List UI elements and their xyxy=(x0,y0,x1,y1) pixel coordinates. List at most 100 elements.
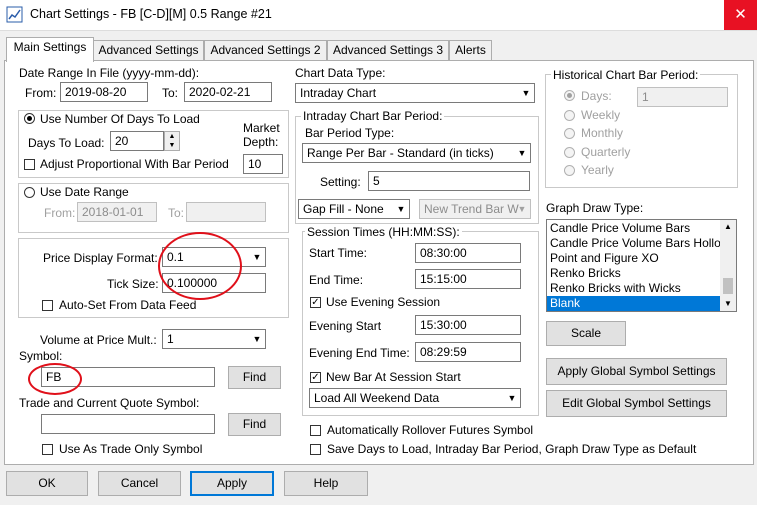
adjust-proportional-label: Adjust Proportional With Bar Period xyxy=(40,157,229,171)
panel-content: Date Range In File (yyyy-mm-dd): From: 2… xyxy=(0,0,757,505)
weekly-radio[interactable] xyxy=(564,110,575,121)
scrollbar-thumb[interactable] xyxy=(723,278,733,294)
trade-only-checkbox[interactable] xyxy=(42,444,53,455)
price-display-format-value: 0.1 xyxy=(167,250,184,264)
market-depth-field[interactable]: 10 xyxy=(243,154,283,174)
weekly-label: Weekly xyxy=(581,108,621,122)
rollover-checkbox[interactable] xyxy=(310,425,321,436)
evening-session-checkbox[interactable]: ✓ xyxy=(310,297,321,308)
evening-session-label: Use Evening Session xyxy=(326,295,441,309)
new-trend-bar-select[interactable]: New Trend Bar W ▼ xyxy=(419,199,531,219)
days-radio-label: Days: xyxy=(581,89,612,103)
trade-symbol-field[interactable] xyxy=(41,414,215,434)
quarterly-label: Quarterly xyxy=(581,145,631,159)
end-time-field[interactable]: 15:15:00 xyxy=(415,269,521,289)
trade-symbol-label: Trade and Current Quote Symbol: xyxy=(19,396,200,410)
price-display-format-select[interactable]: 0.1 ▼ xyxy=(162,247,266,267)
use-date-range-label: Use Date Range xyxy=(40,185,129,199)
apply-global-button[interactable]: Apply Global Symbol Settings xyxy=(546,358,727,385)
to-label: To: xyxy=(162,86,179,100)
volume-mult-label: Volume at Price Mult.: xyxy=(40,333,157,347)
list-item[interactable]: Renko Bricks xyxy=(547,266,721,281)
trade-symbol-find-button[interactable]: Find xyxy=(228,413,281,436)
chevron-down-icon: ▼ xyxy=(396,204,406,214)
market-depth-label-2: Depth: xyxy=(243,135,279,149)
chevron-up-icon[interactable]: ▲ xyxy=(720,220,736,234)
bar-period-type-label: Bar Period Type: xyxy=(305,126,395,140)
save-default-label: Save Days to Load, Intraday Bar Period, … xyxy=(327,442,697,456)
chart-data-type-select[interactable]: Intraday Chart ▼ xyxy=(295,83,535,103)
end-time-label: End Time: xyxy=(309,273,364,287)
date-range-title: Date Range In File (yyyy-mm-dd): xyxy=(19,66,200,80)
graph-draw-type-list[interactable]: Candle Price Volume Bars Candle Price Vo… xyxy=(546,219,737,312)
evening-end-field[interactable]: 08:29:59 xyxy=(415,342,521,362)
setting-field[interactable]: 5 xyxy=(368,171,530,191)
list-item-selected[interactable]: Blank xyxy=(547,296,721,311)
scale-button[interactable]: Scale xyxy=(546,321,626,346)
monthly-label: Monthly xyxy=(581,126,624,140)
rollover-label: Automatically Rollover Futures Symbol xyxy=(327,423,534,437)
list-item[interactable]: Candle Price Volume Bars Hollo xyxy=(547,236,721,251)
autoset-checkbox[interactable] xyxy=(42,300,53,311)
graph-draw-type-label: Graph Draw Type: xyxy=(546,201,644,215)
chevron-down-icon: ▼ xyxy=(521,88,531,98)
weekend-data-value: Load All Weekend Data xyxy=(314,391,440,405)
chevron-down-icon: ▼ xyxy=(252,334,262,344)
chevron-down-icon: ▼ xyxy=(252,252,262,262)
historical-days-field[interactable]: 1 xyxy=(637,87,728,107)
new-bar-session-label: New Bar At Session Start xyxy=(326,370,461,384)
intraday-group-title: Intraday Chart Bar Period: xyxy=(301,109,445,123)
trade-only-label: Use As Trade Only Symbol xyxy=(59,442,203,456)
from-date-field[interactable]: 2019-08-20 xyxy=(60,82,148,102)
market-depth-label: Market xyxy=(243,121,280,135)
evening-start-field[interactable]: 15:30:00 xyxy=(415,315,521,335)
chevron-down-icon: ▼ xyxy=(507,393,517,403)
volume-mult-select[interactable]: 1 ▼ xyxy=(162,329,266,349)
volume-mult-value: 1 xyxy=(167,332,174,346)
to-date-field[interactable]: 2020-02-21 xyxy=(184,82,272,102)
days-radio[interactable] xyxy=(564,90,575,101)
evening-end-label: Evening End Time: xyxy=(309,346,410,360)
session-group-title: Session Times (HH:MM:SS): xyxy=(305,225,462,239)
edit-global-button[interactable]: Edit Global Symbol Settings xyxy=(546,390,727,417)
list-item[interactable]: Point and Figure XO xyxy=(547,251,721,266)
chart-data-type-value: Intraday Chart xyxy=(300,86,377,100)
evening-start-label: Evening Start xyxy=(309,319,382,333)
quarterly-radio[interactable] xyxy=(564,147,575,158)
adjust-proportional-checkbox[interactable] xyxy=(24,159,35,170)
weekend-data-select[interactable]: Load All Weekend Data ▼ xyxy=(309,388,521,408)
new-bar-session-checkbox[interactable]: ✓ xyxy=(310,372,321,383)
price-display-format-label: Price Display Format: xyxy=(43,251,158,265)
use-date-range-radio[interactable] xyxy=(24,187,35,198)
chart-data-type-label: Chart Data Type: xyxy=(295,66,386,80)
days-spinner[interactable]: ▲ ▼ xyxy=(164,131,180,151)
days-to-load-field[interactable]: 20 xyxy=(110,131,164,151)
bar-period-type-select[interactable]: Range Per Bar - Standard (in ticks) ▼ xyxy=(302,143,531,163)
start-time-label: Start Time: xyxy=(309,246,368,260)
autoset-label: Auto-Set From Data Feed xyxy=(59,298,197,312)
chevron-down-icon: ▼ xyxy=(517,148,527,158)
symbol-find-button[interactable]: Find xyxy=(228,366,281,389)
list-scrollbar[interactable]: ▲ ▼ xyxy=(720,220,736,311)
range-from-field[interactable]: 2018-01-01 xyxy=(77,202,157,222)
gap-fill-select[interactable]: Gap Fill - None ▼ xyxy=(298,199,410,219)
range-to-field[interactable] xyxy=(186,202,266,222)
save-default-checkbox[interactable] xyxy=(310,444,321,455)
chevron-down-icon[interactable]: ▼ xyxy=(720,297,736,311)
days-to-load-label: Days To Load: xyxy=(28,136,105,150)
tick-size-field[interactable]: 0.100000 xyxy=(162,273,266,293)
start-time-field[interactable]: 08:30:00 xyxy=(415,243,521,263)
chevron-down-icon: ▼ xyxy=(517,204,527,214)
gap-fill-value: Gap Fill - None xyxy=(303,202,384,216)
symbol-label: Symbol: xyxy=(19,349,63,363)
yearly-radio[interactable] xyxy=(564,165,575,176)
range-to-label: To: xyxy=(168,206,185,220)
bar-period-type-value: Range Per Bar - Standard (in ticks) xyxy=(307,146,494,160)
list-item[interactable]: Candle Price Volume Bars xyxy=(547,221,721,236)
use-days-radio[interactable] xyxy=(24,113,35,124)
use-days-label: Use Number Of Days To Load xyxy=(40,112,200,126)
symbol-field[interactable]: FB xyxy=(41,367,215,387)
list-item[interactable]: Renko Bricks with Wicks xyxy=(547,281,721,296)
monthly-radio[interactable] xyxy=(564,128,575,139)
from-label: From: xyxy=(25,86,57,100)
